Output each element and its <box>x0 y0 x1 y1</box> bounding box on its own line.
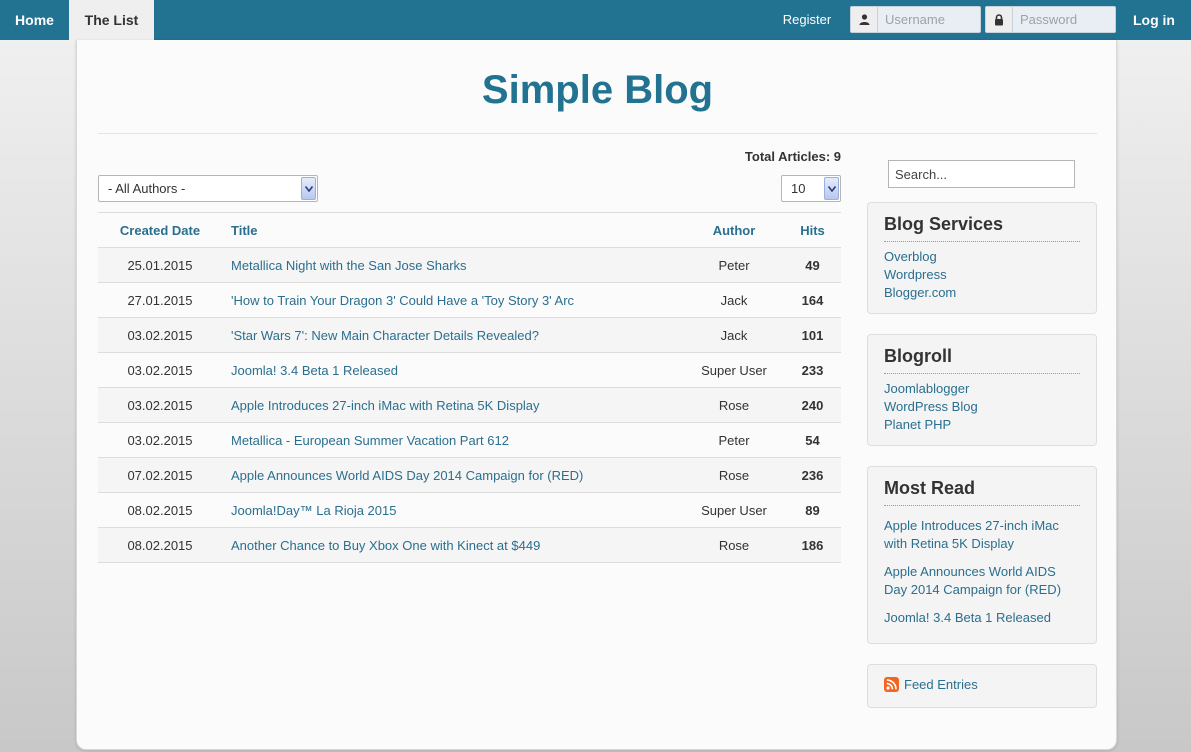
search-input[interactable] <box>888 160 1075 188</box>
blogroll-link[interactable]: Joomlablogger <box>884 381 969 396</box>
title-divider <box>98 133 1097 134</box>
row-hits: 164 <box>784 282 841 318</box>
top-navbar: Home The List Register Log in <box>0 0 1191 40</box>
row-date: 03.02.2015 <box>98 317 222 353</box>
row-date: 03.02.2015 <box>98 352 222 388</box>
row-title-link[interactable]: Joomla!Day™ La Rioja 2015 <box>231 503 396 518</box>
row-author: Super User <box>684 352 784 388</box>
row-author: Jack <box>684 282 784 318</box>
nav-the-list-link[interactable]: The List <box>69 0 154 40</box>
site-title[interactable]: Simple Blog <box>77 68 1118 113</box>
chevron-down-icon <box>824 177 839 200</box>
blogroll-link[interactable]: WordPress Blog <box>884 399 978 414</box>
username-input[interactable] <box>879 7 979 32</box>
user-icon <box>851 7 878 32</box>
row-date: 27.01.2015 <box>98 282 222 318</box>
row-author: Peter <box>684 422 784 458</box>
row-title-link[interactable]: Apple Introduces 27-inch iMac with Retin… <box>231 398 540 413</box>
password-input[interactable] <box>1014 7 1114 32</box>
table-row: 03.02.2015 Apple Introduces 27-inch iMac… <box>98 387 841 423</box>
column-header-author[interactable]: Author <box>684 212 784 248</box>
blog-services-link[interactable]: Overblog <box>884 249 937 264</box>
row-hits: 101 <box>784 317 841 353</box>
row-date: 08.02.2015 <box>98 527 222 563</box>
blog-services-link[interactable]: Blogger.com <box>884 285 956 300</box>
author-filter-value: - All Authors - <box>108 181 186 196</box>
row-hits: 236 <box>784 457 841 493</box>
blog-services-module: Blog Services Overblog Wordpress Blogger… <box>867 202 1097 314</box>
list-limit-value: 10 <box>791 181 806 196</box>
row-title-link[interactable]: Apple Announces World AIDS Day 2014 Camp… <box>231 468 583 483</box>
row-hits: 54 <box>784 422 841 458</box>
module-title: Blogroll <box>884 346 1080 374</box>
blogroll-module: Blogroll Joomlablogger WordPress Blog Pl… <box>867 334 1097 446</box>
username-field <box>850 6 981 33</box>
table-row: 27.01.2015 'How to Train Your Dragon 3' … <box>98 282 841 318</box>
lock-icon <box>986 7 1013 32</box>
blogroll-link[interactable]: Planet PHP <box>884 417 951 432</box>
row-title-link[interactable]: Metallica - European Summer Vacation Par… <box>231 433 509 448</box>
articles-table: Created Date Title Author Hits 25.01.201… <box>98 212 841 563</box>
login-button[interactable]: Log in <box>1125 0 1183 40</box>
row-author: Rose <box>684 527 784 563</box>
table-row: 03.02.2015 Metallica - European Summer V… <box>98 422 841 458</box>
row-title-link[interactable]: Another Chance to Buy Xbox One with Kine… <box>231 538 540 553</box>
row-hits: 233 <box>784 352 841 388</box>
table-row: 03.02.2015 'Star Wars 7': New Main Chara… <box>98 317 841 353</box>
row-hits: 49 <box>784 247 841 283</box>
list-limit-select[interactable]: 10 <box>781 175 841 202</box>
row-hits: 186 <box>784 527 841 563</box>
main-panel: Simple Blog Total Articles: 9 - All Auth… <box>76 40 1117 750</box>
row-date: 08.02.2015 <box>98 492 222 528</box>
password-field <box>985 6 1116 33</box>
table-row: 03.02.2015 Joomla! 3.4 Beta 1 Released S… <box>98 352 841 388</box>
most-read-link[interactable]: Joomla! 3.4 Beta 1 Released <box>884 610 1051 625</box>
feed-entries-link[interactable]: Feed Entries <box>884 677 978 692</box>
blog-services-link[interactable]: Wordpress <box>884 267 947 282</box>
row-date: 03.02.2015 <box>98 422 222 458</box>
feed-entries-label: Feed Entries <box>904 677 978 692</box>
row-hits: 89 <box>784 492 841 528</box>
row-author: Rose <box>684 457 784 493</box>
column-header-created-date[interactable]: Created Date <box>98 212 222 248</box>
row-author: Super User <box>684 492 784 528</box>
author-filter-select[interactable]: - All Authors - <box>98 175 318 202</box>
column-header-title[interactable]: Title <box>222 212 684 248</box>
row-author: Peter <box>684 247 784 283</box>
row-date: 25.01.2015 <box>98 247 222 283</box>
table-row: 08.02.2015 Joomla!Day™ La Rioja 2015 Sup… <box>98 492 841 528</box>
row-author: Rose <box>684 387 784 423</box>
row-title-link[interactable]: 'How to Train Your Dragon 3' Could Have … <box>231 293 574 308</box>
row-date: 03.02.2015 <box>98 387 222 423</box>
most-read-link[interactable]: Apple Introduces 27-inch iMac with Retin… <box>884 518 1059 551</box>
table-row: 08.02.2015 Another Chance to Buy Xbox On… <box>98 527 841 563</box>
most-read-link[interactable]: Apple Announces World AIDS Day 2014 Camp… <box>884 564 1061 597</box>
row-title-link[interactable]: 'Star Wars 7': New Main Character Detail… <box>231 328 539 343</box>
row-hits: 240 <box>784 387 841 423</box>
module-title: Most Read <box>884 478 1080 506</box>
most-read-module: Most Read Apple Introduces 27-inch iMac … <box>867 466 1097 644</box>
row-author: Jack <box>684 317 784 353</box>
row-title-link[interactable]: Metallica Night with the San Jose Sharks <box>231 258 467 273</box>
module-title: Blog Services <box>884 214 1080 242</box>
table-row: 25.01.2015 Metallica Night with the San … <box>98 247 841 283</box>
row-title-link[interactable]: Joomla! 3.4 Beta 1 Released <box>231 363 398 378</box>
chevron-down-icon <box>301 177 316 200</box>
register-link[interactable]: Register <box>772 0 842 40</box>
rss-icon <box>884 677 899 692</box>
row-date: 07.02.2015 <box>98 457 222 493</box>
total-articles: Total Articles: 9 <box>744 149 841 164</box>
table-row: 07.02.2015 Apple Announces World AIDS Da… <box>98 457 841 493</box>
nav-home-link[interactable]: Home <box>0 0 69 40</box>
column-header-hits[interactable]: Hits <box>784 212 841 248</box>
feed-module: Feed Entries <box>867 664 1097 708</box>
